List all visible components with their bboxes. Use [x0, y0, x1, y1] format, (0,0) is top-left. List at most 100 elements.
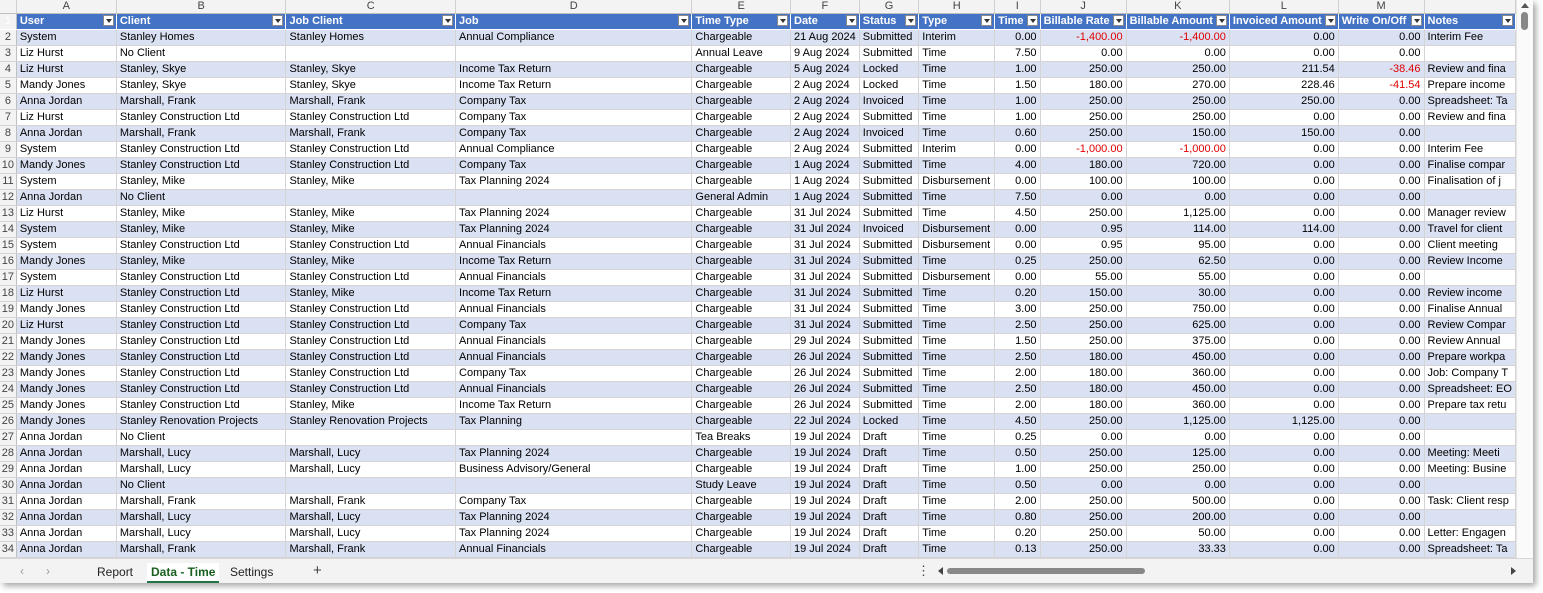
- header-invoiced-amount[interactable]: Invoiced Amount: [1229, 13, 1339, 30]
- cell-invoiced-amount[interactable]: 0.00: [1229, 29, 1339, 46]
- cell-job-client[interactable]: Stanley Construction Ltd: [285, 317, 457, 334]
- cell-billable-rate[interactable]: 0.00: [1040, 477, 1127, 494]
- cell-status[interactable]: Draft: [859, 541, 920, 558]
- cell-job[interactable]: Income Tax Return: [455, 253, 693, 270]
- cell-billable-amount[interactable]: 360.00: [1126, 397, 1230, 414]
- cell-date[interactable]: 19 Jul 2024: [790, 541, 860, 558]
- cell-status[interactable]: Submitted: [859, 253, 920, 270]
- cell-type[interactable]: Time: [918, 541, 996, 558]
- cell-job[interactable]: Annual Financials: [455, 333, 693, 350]
- cell-write-on-off[interactable]: 0.00: [1338, 525, 1425, 542]
- cell-job-client[interactable]: Stanley Construction Ltd: [285, 381, 457, 398]
- cell-billable-amount[interactable]: 500.00: [1126, 493, 1230, 510]
- cell-time-type[interactable]: Chargeable: [691, 109, 791, 126]
- row-number[interactable]: 18: [0, 285, 17, 302]
- table-row[interactable]: 13 Liz Hurst Stanley, Mike Stanley, Mike Tax…: [0, 205, 1516, 222]
- cell-invoiced-amount[interactable]: 0.00: [1229, 253, 1339, 270]
- cell-client[interactable]: Stanley, Mike: [116, 205, 287, 222]
- cell-billable-amount[interactable]: 250.00: [1126, 93, 1230, 110]
- column-letter[interactable]: C: [285, 0, 457, 14]
- cell-billable-rate[interactable]: 250.00: [1040, 445, 1127, 462]
- cell-time-type[interactable]: Chargeable: [691, 445, 791, 462]
- cell-user[interactable]: Liz Hurst: [16, 61, 117, 78]
- cell-date[interactable]: 31 Jul 2024: [790, 317, 860, 334]
- header-billable-rate[interactable]: Billable Rate: [1040, 13, 1127, 30]
- table-row[interactable]: 24 Mandy Jones Stanley Construction Ltd Sta…: [0, 381, 1516, 398]
- cell-job[interactable]: Company Tax: [455, 93, 693, 110]
- cell-type[interactable]: Time: [918, 493, 996, 510]
- cell-write-on-off[interactable]: 0.00: [1338, 109, 1425, 126]
- cell-client[interactable]: Stanley, Mike: [116, 253, 287, 270]
- cell-time-type[interactable]: Chargeable: [691, 349, 791, 366]
- cell-client[interactable]: Stanley Construction Ltd: [116, 237, 287, 254]
- cell-billable-rate[interactable]: 0.95: [1040, 237, 1127, 254]
- cell-time[interactable]: 1.00: [994, 61, 1041, 78]
- cell-billable-amount[interactable]: 200.00: [1126, 509, 1230, 526]
- cell-type[interactable]: Disbursement: [918, 173, 996, 190]
- cell-user[interactable]: System: [16, 29, 117, 46]
- cell-job[interactable]: Tax Planning 2024: [455, 205, 693, 222]
- cell-job-client[interactable]: Stanley Construction Ltd: [285, 301, 457, 318]
- cell-status[interactable]: Draft: [859, 525, 920, 542]
- cell-job-client[interactable]: Marshall, Lucy: [285, 461, 457, 478]
- cell-type[interactable]: Time: [918, 301, 996, 318]
- cell-client[interactable]: No Client: [116, 477, 287, 494]
- cell-billable-rate[interactable]: 180.00: [1040, 365, 1127, 382]
- cell-invoiced-amount[interactable]: 0.00: [1229, 205, 1339, 222]
- cell-time[interactable]: 1.50: [994, 333, 1041, 350]
- cell-invoiced-amount[interactable]: 0.00: [1229, 397, 1339, 414]
- cell-billable-amount[interactable]: 0.00: [1126, 189, 1230, 206]
- cell-billable-amount[interactable]: 100.00: [1126, 173, 1230, 190]
- header-job-client[interactable]: Job Client: [285, 13, 457, 30]
- cell-job[interactable]: [455, 189, 693, 206]
- cell-type[interactable]: Time: [918, 477, 996, 494]
- cell-billable-amount[interactable]: 0.00: [1126, 45, 1230, 62]
- cell-job[interactable]: Tax Planning: [455, 413, 693, 430]
- cell-billable-amount[interactable]: 0.00: [1126, 477, 1230, 494]
- cell-billable-amount[interactable]: 55.00: [1126, 269, 1230, 286]
- cell-client[interactable]: Stanley Construction Ltd: [116, 109, 287, 126]
- table-row[interactable]: 5 Mandy Jones Stanley, Skye Stanley, Skye In…: [0, 77, 1516, 94]
- cell-type[interactable]: Time: [918, 45, 996, 62]
- cell-client[interactable]: Stanley Homes: [116, 29, 287, 46]
- cell-status[interactable]: Submitted: [859, 157, 920, 174]
- cell-billable-rate[interactable]: 250.00: [1040, 205, 1127, 222]
- table-row[interactable]: 20 Liz Hurst Stanley Construction Ltd Stanl…: [0, 317, 1516, 334]
- row-number[interactable]: 25: [0, 397, 17, 414]
- cell-job[interactable]: Tax Planning 2024: [455, 445, 693, 462]
- cell-billable-rate[interactable]: 250.00: [1040, 109, 1127, 126]
- cell-status[interactable]: Locked: [859, 61, 920, 78]
- cell-type[interactable]: Time: [918, 397, 996, 414]
- header-user[interactable]: User: [16, 13, 117, 30]
- cell-notes[interactable]: Client meeting: [1424, 237, 1516, 254]
- filter-dropdown-icon[interactable]: [678, 15, 690, 26]
- column-letter[interactable]: I: [994, 0, 1041, 14]
- cell-job-client[interactable]: Stanley, Mike: [285, 205, 457, 222]
- cell-write-on-off[interactable]: 0.00: [1338, 269, 1425, 286]
- column-letter[interactable]: E: [691, 0, 791, 14]
- cell-time-type[interactable]: Chargeable: [691, 365, 791, 382]
- table-row[interactable]: 28 Anna Jordan Marshall, Lucy Marshall, Luc…: [0, 445, 1516, 462]
- filter-dropdown-icon[interactable]: [1324, 15, 1336, 26]
- cell-notes[interactable]: Job: Company T: [1424, 365, 1516, 382]
- filter-dropdown-icon[interactable]: [272, 15, 284, 26]
- cell-write-on-off[interactable]: 0.00: [1338, 493, 1425, 510]
- cell-date[interactable]: 19 Jul 2024: [790, 461, 860, 478]
- cell-job-client[interactable]: Stanley, Mike: [285, 221, 457, 238]
- cell-time[interactable]: 4.00: [994, 157, 1041, 174]
- cell-job[interactable]: Tax Planning 2024: [455, 173, 693, 190]
- row-number[interactable]: 8: [0, 125, 17, 142]
- cell-write-on-off[interactable]: 0.00: [1338, 45, 1425, 62]
- cell-time[interactable]: 7.50: [994, 189, 1041, 206]
- cell-status[interactable]: Submitted: [859, 365, 920, 382]
- cell-billable-rate[interactable]: 250.00: [1040, 61, 1127, 78]
- cell-time[interactable]: 0.20: [994, 525, 1041, 542]
- cell-client[interactable]: Stanley Construction Ltd: [116, 317, 287, 334]
- cell-invoiced-amount[interactable]: 0.00: [1229, 269, 1339, 286]
- cell-write-on-off[interactable]: 0.00: [1338, 429, 1425, 446]
- table-row[interactable]: 16 Mandy Jones Stanley, Mike Stanley, Mike I…: [0, 253, 1516, 270]
- cell-status[interactable]: Submitted: [859, 45, 920, 62]
- filter-dropdown-icon[interactable]: [981, 15, 993, 26]
- cell-billable-amount[interactable]: 250.00: [1126, 61, 1230, 78]
- cell-time[interactable]: 0.80: [994, 509, 1041, 526]
